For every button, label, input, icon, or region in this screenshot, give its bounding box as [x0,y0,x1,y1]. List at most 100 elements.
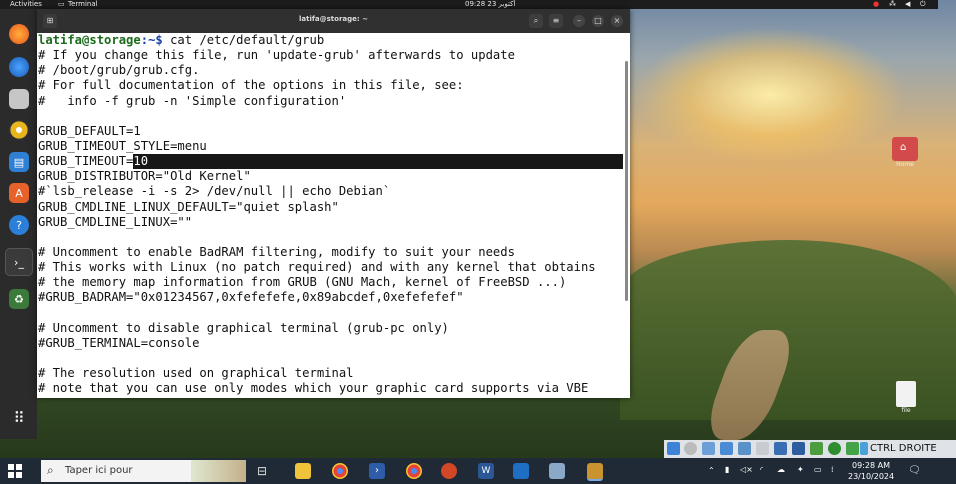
terminal-line: # Uncomment to disable graphical termina… [38,320,449,335]
search-icon: ⌕ [47,463,54,477]
clock[interactable]: 09:28 23 أكتوبر [465,0,515,9]
terminal-line: # /boot/grub/grub.cfg. [38,63,200,78]
alert-icon[interactable]: ● [873,0,879,9]
virtualbox-icon[interactable] [549,463,565,479]
activities-button[interactable]: Activities [10,0,42,9]
terminal-line: # The resolution used on graphical termi… [38,366,354,381]
hdd-icon[interactable] [667,442,680,455]
terminal-line: # info -f grub -n 'Simple configuration' [38,93,347,108]
thunderbird-icon[interactable] [9,57,29,77]
network-icon[interactable]: ⁂ [889,0,896,9]
terminal-app-icon: ▭ [58,0,65,8]
terminal-line: # This works with Linux (no patch requir… [38,260,596,275]
window-titlebar[interactable]: ⊞ latifa@storage: ~ ⌕ ≡ – □ × [37,9,630,33]
prompt-line: latifa@storage:~$ cat /etc/default/grub [37,33,630,48]
shared-folder-icon[interactable] [756,442,769,455]
terminal-line: GRUB_TIMEOUT_STYLE=menu [38,138,207,153]
terminal-line: #GRUB_TERMINAL=console [38,335,200,350]
taskbar-search[interactable]: ⌕ Taper ici pour [41,460,246,482]
search-icon[interactable]: ⌕ [529,14,543,28]
highlighted-line: GRUB_TIMEOUT=10 [37,154,630,170]
notification-icon[interactable]: 🗨 [908,465,921,476]
close-icon[interactable]: × [611,15,623,27]
scrollbar[interactable] [625,61,628,301]
windows-taskbar: ⌕ Taper ici pour ⊟ › W ⌃ ▮ ◁× ◜ ☁ ✦ ▭ ⁞ … [0,458,956,484]
terminal-line: #`lsb_release -i -s 2> /dev/null || echo… [38,184,391,199]
ubuntu-dock: ▤ A ? ›_ ♻ ⠿ [0,9,37,439]
terminal-line: # note that you can use only modes which… [38,381,589,396]
app-icon[interactable] [513,463,529,479]
battery-icon[interactable]: ▭ [814,465,822,474]
speaker-muted-icon[interactable]: ◁× [740,465,753,474]
virtualbox-vm-icon[interactable] [587,463,603,481]
app-name[interactable]: Terminal [68,0,98,9]
optical-drive-icon[interactable] [684,442,697,455]
terminal-line: # Uncomment to enable BadRAM filtering, … [38,244,515,259]
desktop-file[interactable]: file [889,381,923,414]
terminal-line: # the memory map information from GRUB (… [38,275,567,290]
command-text: cat /etc/default/grub [170,33,325,47]
help-icon[interactable]: ? [9,215,29,235]
keyboard-icon[interactable] [846,442,859,455]
microphone-icon[interactable]: ▮ [725,465,729,474]
virtualbox-status-bar: CTRL DROITE [664,440,956,458]
trash-icon[interactable]: ♻ [9,289,29,309]
writer-icon[interactable]: ▤ [9,152,29,172]
cpu-icon[interactable] [810,442,823,455]
files-icon[interactable] [9,89,29,109]
output-block-before: # If you change this file, run 'update-g… [37,48,630,154]
word-icon[interactable]: W [478,463,494,479]
mouse-integration-icon[interactable] [828,442,841,455]
rhythmbox-icon[interactable] [9,120,29,140]
windows-start-icon[interactable] [8,464,22,478]
terminal-line: GRUB_DEFAULT=1 [38,123,141,138]
language-icon[interactable]: ⁞ [831,465,834,474]
chrome-profile-icon[interactable] [406,463,422,479]
terminal-window: ⊞ latifa@storage: ~ ⌕ ≡ – □ × latifa@sto… [37,9,630,398]
tray-chevron-icon[interactable]: ⌃ [708,466,715,475]
power-icon[interactable]: ⏻ [920,0,926,9]
show-apps-icon[interactable]: ⠿ [9,408,29,428]
onedrive-icon[interactable]: ☁ [777,465,785,474]
selected-text[interactable]: 10 [133,154,624,170]
ubuntu-top-bar: Activities ▭ Terminal 09:28 23 أكتوبر ● … [0,0,938,9]
host-key-label: CTRL DROITE [870,443,937,454]
terminal-output[interactable]: latifa@storage:~$ cat /etc/default/grub … [37,33,630,398]
file-label: file [901,407,911,414]
usb-icon[interactable] [738,442,751,455]
volume-icon[interactable]: ◀ [905,0,910,9]
maximize-icon[interactable]: □ [592,15,604,27]
minimize-icon[interactable]: – [573,15,585,27]
terminal-line: # If you change this file, run 'update-g… [38,48,515,63]
taskbar-time[interactable]: 09:28 AM [852,461,890,470]
terminal-dock-icon[interactable]: ›_ [5,248,33,276]
firefox-icon[interactable] [9,24,29,44]
display-icon[interactable] [774,442,787,455]
prompt-user: latifa@storage [38,33,141,47]
taskbar-date[interactable]: 23/10/2024 [848,472,894,481]
software-center-icon[interactable]: A [9,183,29,203]
search-placeholder: Taper ici pour [65,465,133,476]
terminal-line: GRUB_CMDLINE_LINUX_DEFAULT="quiet splash… [38,199,339,214]
menu-icon[interactable]: ≡ [549,14,563,28]
file-explorer-icon[interactable] [295,463,311,479]
recording-icon[interactable] [792,442,805,455]
network-adapter-icon[interactable] [720,442,733,455]
output-block-after: GRUB_DISTRIBUTOR="Old Kernel" #`lsb_relea… [37,169,630,396]
search-highlight-image [191,460,246,482]
task-view-icon[interactable]: ⊟ [257,463,273,479]
powershell-icon[interactable]: › [369,463,385,479]
audio-icon[interactable] [702,442,715,455]
chrome-icon[interactable] [332,463,348,479]
home-folder[interactable]: ⌂ Home [887,137,923,168]
terminal-line: # For full documentation of the options … [38,78,464,93]
prompt-path: :~$ [140,33,171,47]
file-icon [896,381,916,407]
wifi-icon[interactable]: ◜ [760,465,763,474]
highlight-prefix: GRUB_TIMEOUT= [38,154,134,169]
dropbox-icon[interactable]: ✦ [797,465,804,474]
powerpoint-icon[interactable] [441,463,457,479]
